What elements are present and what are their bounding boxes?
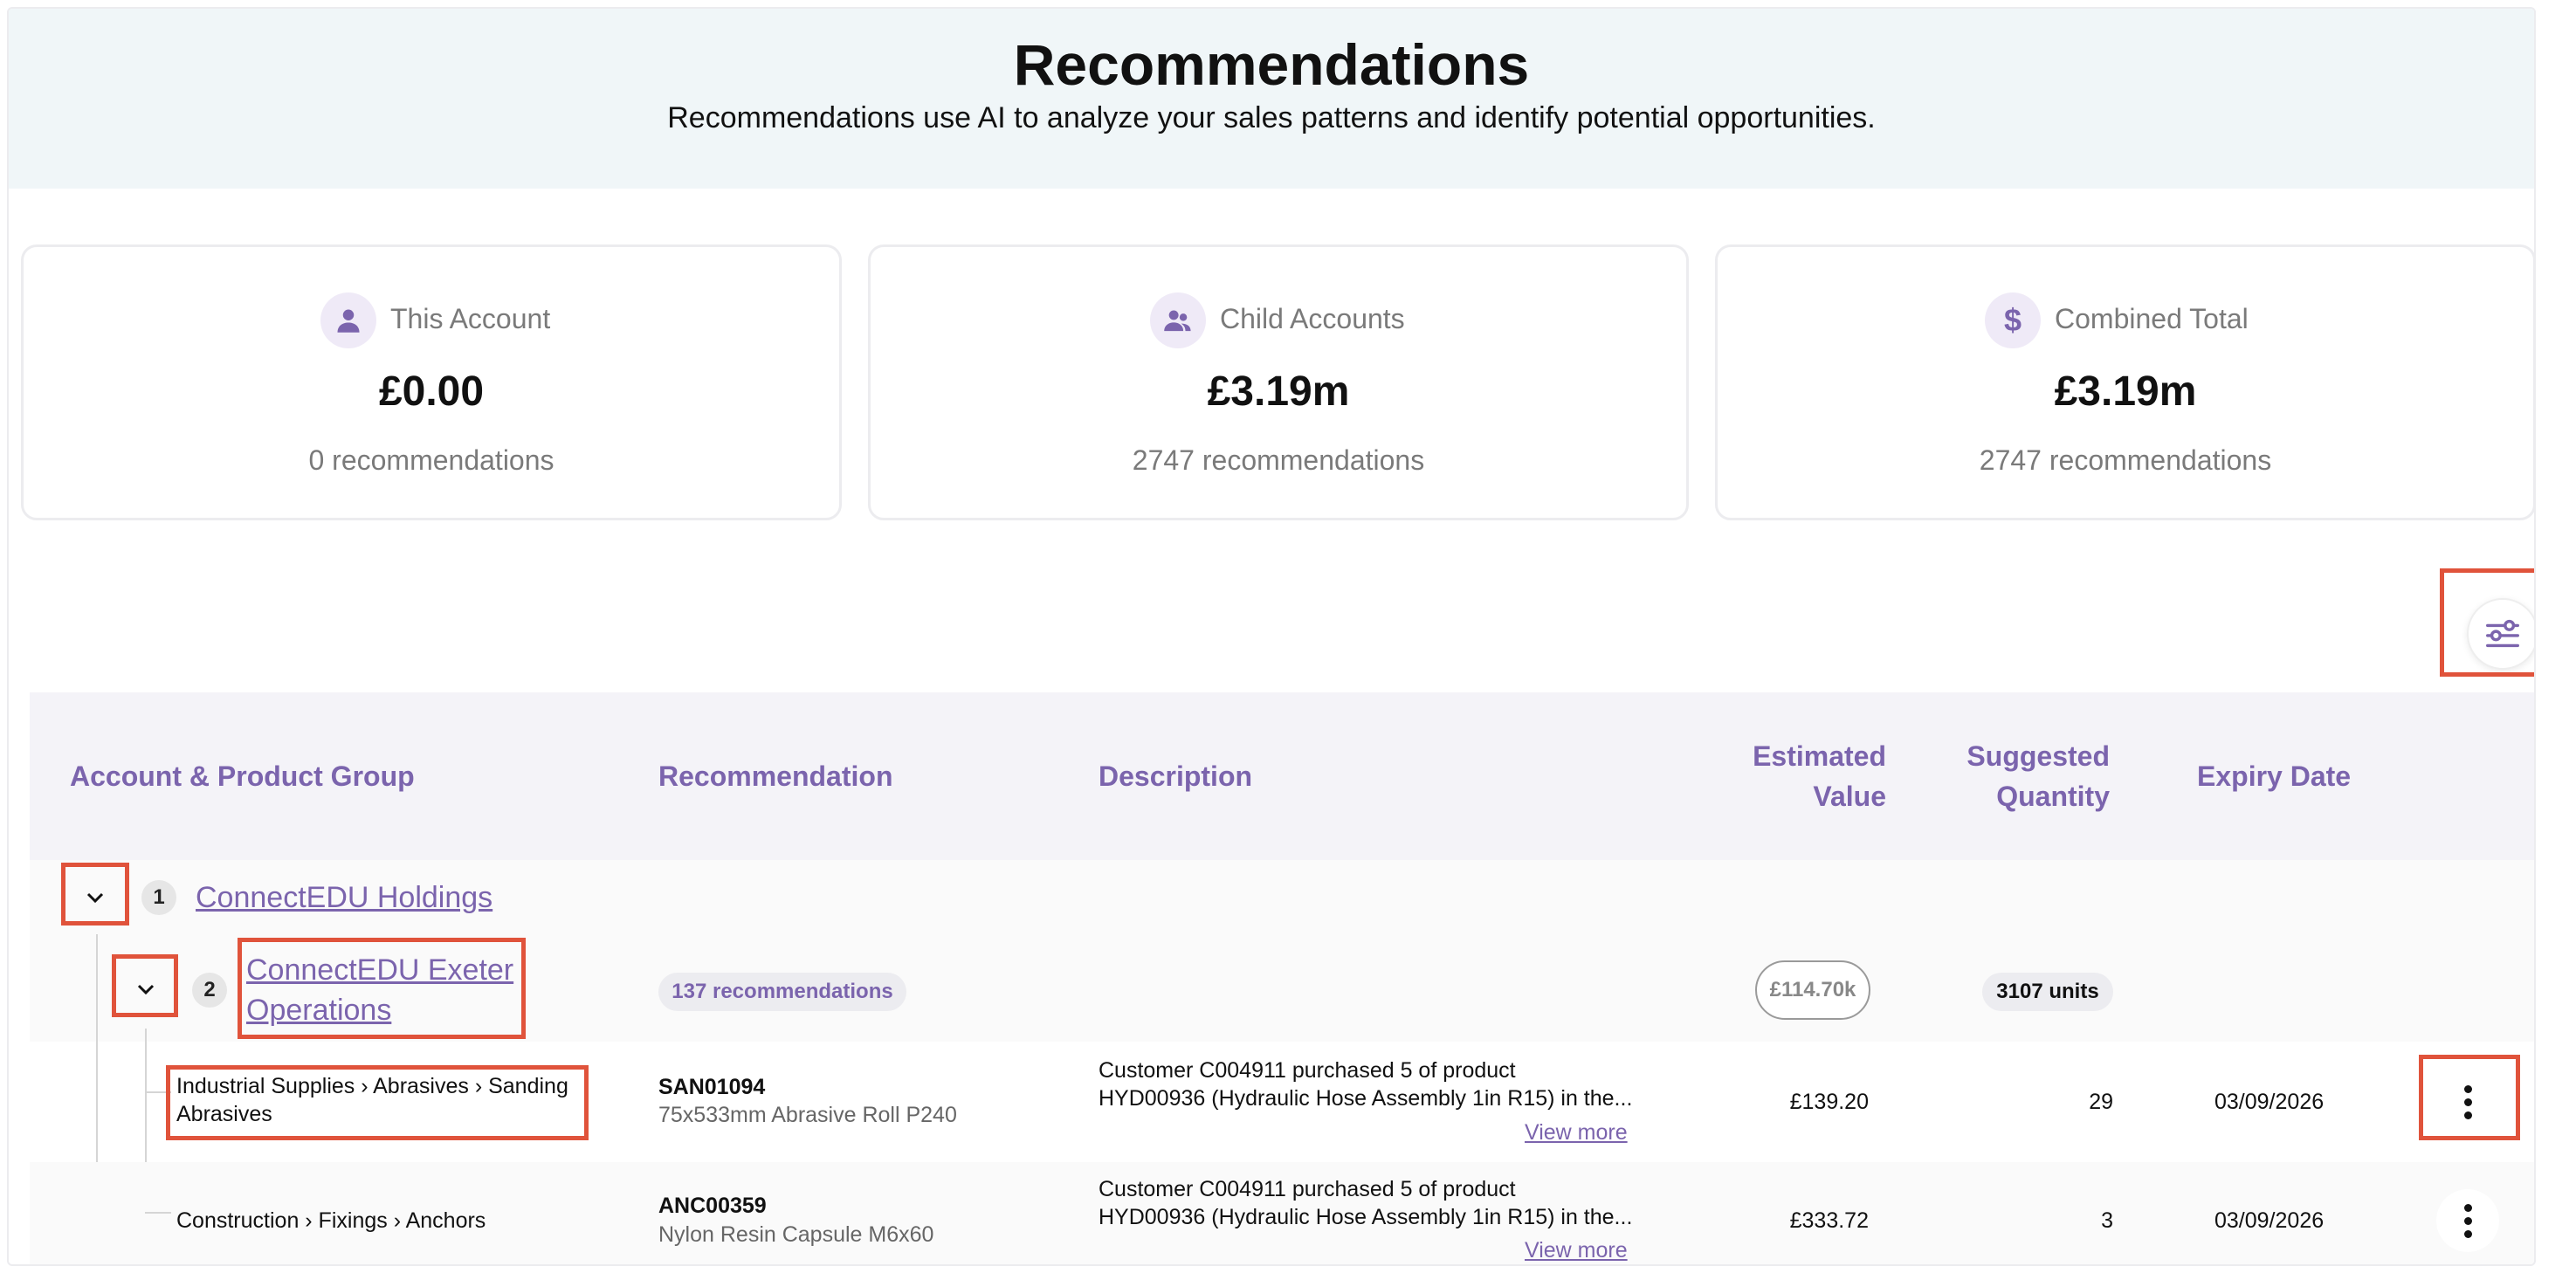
product-group-path: Industrial Supplies › Abrasives › Sandin…: [176, 1072, 587, 1128]
recommendations-count-badge: 137 recommendations: [658, 973, 906, 1011]
col-header-line: Estimated: [1753, 740, 1886, 772]
level-badge: 2: [192, 973, 227, 1008]
level-badge: 1: [141, 880, 176, 915]
product-group-path: Construction › Fixings › Anchors: [176, 1208, 486, 1233]
account-link-connectedu-holdings[interactable]: ConnectEDU Holdings: [196, 877, 492, 918]
product-name: 75x533mm Abrasive Roll P240: [658, 1103, 957, 1127]
card-value: £0.00: [378, 368, 485, 415]
tree-line: [145, 1212, 171, 1214]
account-link-line: Operations: [246, 994, 392, 1027]
recommendations-page: Recommendations Recommendations use AI t…: [7, 7, 2536, 1266]
col-header-expiry-date: Expiry Date: [2197, 760, 2352, 792]
col-header-suggested-quantity: Suggested Quantity: [1921, 736, 2110, 816]
sliders-icon: [2486, 619, 2519, 648]
card-subtext: 2747 recommendations: [1132, 444, 1425, 476]
expiry-date: 03/09/2026: [2214, 1208, 2325, 1233]
card-subtext: 0 recommendations: [308, 444, 554, 476]
col-header-account: Account & Product Group: [70, 760, 415, 792]
more-vertical-icon: [2463, 1083, 2472, 1122]
description-line: HYD00936 (Hydraulic Hose Assembly 1in R1…: [1099, 1205, 1633, 1229]
group-units-badge: 3107 units: [1982, 973, 2113, 1011]
card-label: Combined Total: [2055, 303, 2249, 334]
filter-settings-button[interactable]: [2467, 598, 2534, 670]
card-value: £3.19m: [1207, 368, 1350, 415]
table-header: Account & Product Group Recommendation D…: [30, 692, 2534, 860]
expiry-date: 03/09/2026: [2214, 1090, 2325, 1114]
suggested-quantity: 3: [2101, 1208, 2113, 1233]
summary-card-this-account: This Account £0.00 0 recommendations: [21, 244, 842, 520]
view-more-link[interactable]: View more: [1525, 1120, 1628, 1146]
expand-toggle-level1[interactable]: [73, 876, 117, 919]
row-actions-button[interactable]: [2436, 1070, 2499, 1133]
description-line: Customer C004911 purchased 5 of product: [1099, 1177, 1516, 1201]
col-header-estimated-value: Estimated Value: [1698, 736, 1886, 816]
user-icon: [320, 292, 376, 348]
expand-toggle-level2[interactable]: [124, 967, 168, 1011]
tree-line: [145, 1091, 171, 1093]
account-link-line: ConnectEDU Exeter: [246, 953, 514, 987]
account-link-connectedu-exeter[interactable]: ConnectEDU Exeter Operations: [246, 950, 513, 1030]
estimated-value: £139.20: [1789, 1090, 1869, 1114]
summary-card-child-accounts: Child Accounts £3.19m 2747 recommendatio…: [868, 244, 1689, 520]
chevron-down-icon: [137, 984, 155, 995]
col-header-description: Description: [1099, 760, 1253, 792]
description-line: Customer C004911 purchased 5 of product: [1099, 1058, 1516, 1083]
dollar-icon: $: [1985, 292, 2041, 348]
group-value-badge: £114.70k: [1755, 960, 1870, 1020]
chevron-down-icon: [86, 892, 104, 904]
card-label: Child Accounts: [1220, 303, 1405, 334]
product-sku: SAN01094: [658, 1075, 766, 1099]
card-subtext: 2747 recommendations: [1979, 444, 2272, 476]
description-text: Customer C004911 purchased 5 of product …: [1099, 1175, 1640, 1231]
page-subtitle: Recommendations use AI to analyze your s…: [667, 101, 1876, 134]
col-header-line: Value: [1813, 781, 1886, 812]
page-header: Recommendations Recommendations use AI t…: [9, 9, 2534, 189]
description-text: Customer C004911 purchased 5 of product …: [1099, 1056, 1640, 1112]
description-line: HYD00936 (Hydraulic Hose Assembly 1in R1…: [1099, 1086, 1633, 1111]
more-vertical-icon: [2463, 1201, 2472, 1241]
card-label: This Account: [390, 303, 551, 334]
product-sku: ANC00359: [658, 1194, 767, 1218]
suggested-quantity: 29: [2089, 1090, 2113, 1114]
summary-card-combined-total: $ Combined Total £3.19m 2747 recommendat…: [1715, 244, 2534, 520]
col-header-line: Suggested: [1966, 740, 2110, 772]
users-icon: [1150, 292, 1206, 348]
col-header-line: Quantity: [1996, 781, 2110, 812]
row-actions-button[interactable]: [2436, 1189, 2499, 1252]
page-title: Recommendations: [1013, 32, 1530, 97]
product-name: Nylon Resin Capsule M6x60: [658, 1222, 934, 1247]
product-group-line: Abrasives: [176, 1102, 272, 1126]
col-header-recommendation: Recommendation: [658, 760, 893, 792]
view-more-link[interactable]: View more: [1525, 1238, 1628, 1263]
product-group-line: Industrial Supplies › Abrasives › Sandin…: [176, 1074, 568, 1098]
estimated-value: £333.72: [1789, 1208, 1869, 1233]
card-value: £3.19m: [2054, 368, 2197, 415]
